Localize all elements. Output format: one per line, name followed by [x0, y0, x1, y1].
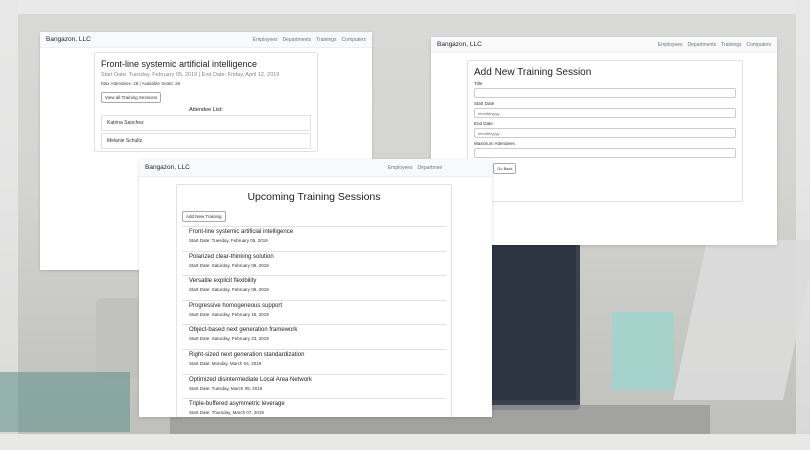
title-input[interactable] — [474, 88, 736, 98]
nav-departments[interactable]: Departments — [283, 37, 312, 43]
start-date-input[interactable]: mm/dd/yyyy — [474, 108, 736, 118]
session-title: Front-line systemic artificial intellige… — [101, 59, 258, 69]
nav-computers[interactable]: Computers — [342, 37, 366, 43]
session-item-date: Start Date: Saturday, February 16, 2019 — [189, 311, 269, 317]
nav-links: Employees Departmen — [388, 165, 442, 171]
max-attendees-input[interactable] — [474, 148, 736, 158]
background-bottom-border — [0, 434, 810, 450]
nav-computers[interactable]: Computers — [747, 42, 771, 48]
form-title: Add New Training Session — [474, 67, 592, 78]
session-list-item[interactable]: Versatile explicit flexibility Start Dat… — [182, 276, 446, 301]
session-item-date: Start Date: Saturday, February 09, 2019 — [189, 262, 269, 268]
background-laptop-screen — [486, 240, 576, 400]
session-item-title[interactable]: Versatile explicit flexibility — [189, 278, 439, 284]
background-right-border — [796, 0, 810, 450]
background-cube — [612, 312, 674, 390]
session-item-title[interactable]: Optimized disintermediate Local Area Net… — [189, 377, 439, 383]
nav-departments[interactable]: Departmen — [418, 165, 443, 171]
session-item-title[interactable]: Polarized clear-thinking solution — [189, 254, 439, 260]
session-item-title[interactable]: Object-based next generation framework — [189, 327, 439, 333]
title-label: Title — [474, 81, 483, 86]
nav-employees[interactable]: Employees — [658, 42, 683, 48]
session-list-item[interactable]: Polarized clear-thinking solution Start … — [182, 252, 446, 277]
background-mug — [96, 298, 142, 378]
nav-trainings[interactable]: Trainings — [316, 37, 336, 43]
start-date-label: Start Date — [474, 101, 495, 106]
session-dates: Start Date: Tuesday, February 05, 2019 |… — [101, 72, 280, 78]
navbar: Bangazon, LLC Employees Departmen — [139, 159, 492, 177]
upcoming-sessions-card: Upcoming Training Sessions Add New Train… — [176, 184, 452, 417]
session-item-title[interactable]: Progressive homogeneous support — [189, 303, 439, 309]
nav-links: Employees Departments Trainings Computer… — [253, 37, 366, 43]
session-item-date: Start Date: Tuesday, March 05, 2019 — [189, 385, 263, 391]
go-back-button[interactable]: Go Back — [493, 163, 517, 174]
session-list-item[interactable]: Triple-buffered asymmetric leverage Star… — [182, 399, 446, 417]
session-item-title[interactable]: Front-line systemic artificial intellige… — [189, 229, 439, 235]
session-item-date: Start Date: Tuesday, February 05, 2019 — [189, 238, 268, 243]
session-item-date: Start Date: Thursday, March 07, 2019 — [189, 410, 264, 416]
attendee-item: Melanie Schultz — [101, 133, 311, 149]
background-cutting-mat — [0, 372, 130, 432]
view-all-sessions-button[interactable]: View all Training Sessions — [101, 92, 162, 103]
session-list-item[interactable]: Progressive homogeneous support Start Da… — [182, 301, 446, 326]
session-item-date: Start Date: Monday, March 04, 2019 — [189, 360, 262, 366]
attendee-item: Katrina Sanchez — [101, 115, 311, 131]
session-list: Front-line systemic artificial intellige… — [182, 226, 446, 417]
nav-trainings[interactable]: Trainings — [721, 42, 741, 48]
max-attendees-label: Maximum Attendees — [474, 141, 515, 146]
session-list-item[interactable]: Object-based next generation framework S… — [182, 325, 446, 350]
brand-link[interactable]: Bangazon, LLC — [46, 36, 91, 43]
attendee-list-heading: Attendee List: — [189, 107, 223, 113]
navbar: Bangazon, LLC Employees Departments Trai… — [431, 37, 777, 53]
nav-departments[interactable]: Departments — [688, 42, 717, 48]
session-item-date: Start Date: Saturday, February 23, 2019 — [189, 336, 269, 342]
session-item-title[interactable]: Triple-buffered asymmetric leverage — [189, 401, 439, 407]
session-item-title[interactable]: Right-sized next generation standardizat… — [189, 352, 439, 358]
brand-link[interactable]: Bangazon, LLC — [145, 164, 190, 171]
form-buttons: Save Go Back — [474, 163, 736, 174]
nav-links: Employees Departments Trainings Computer… — [658, 42, 771, 48]
add-session-form-card: Add New Training Session Title Start Dat… — [467, 60, 743, 202]
brand-link[interactable]: Bangazon, LLC — [437, 41, 482, 48]
session-list-item[interactable]: Right-sized next generation standardizat… — [182, 350, 446, 375]
session-attendance-meta: Max Attendees: 28 | Available Seats: 26 — [101, 81, 181, 86]
session-list-item[interactable]: Optimized disintermediate Local Area Net… — [182, 375, 446, 400]
background-top-border — [0, 0, 810, 14]
navbar: Bangazon, LLC Employees Departments Trai… — [40, 32, 372, 48]
page-title: Upcoming Training Sessions — [247, 191, 381, 203]
end-date-label: End Date — [474, 121, 493, 126]
upcoming-sessions-window: Bangazon, LLC Employees Departmen Upcomi… — [139, 159, 492, 417]
end-date-input[interactable]: mm/dd/yyyy — [474, 128, 736, 138]
nav-employees[interactable]: Employees — [388, 165, 413, 171]
session-item-date: Start Date: Saturday, February 09, 2019 — [189, 287, 269, 293]
session-list-item[interactable]: Front-line systemic artificial intellige… — [182, 227, 446, 252]
session-details-card: Front-line systemic artificial intellige… — [94, 52, 318, 152]
add-new-training-button[interactable]: Add New Training — [182, 211, 226, 222]
nav-employees[interactable]: Employees — [253, 37, 278, 43]
